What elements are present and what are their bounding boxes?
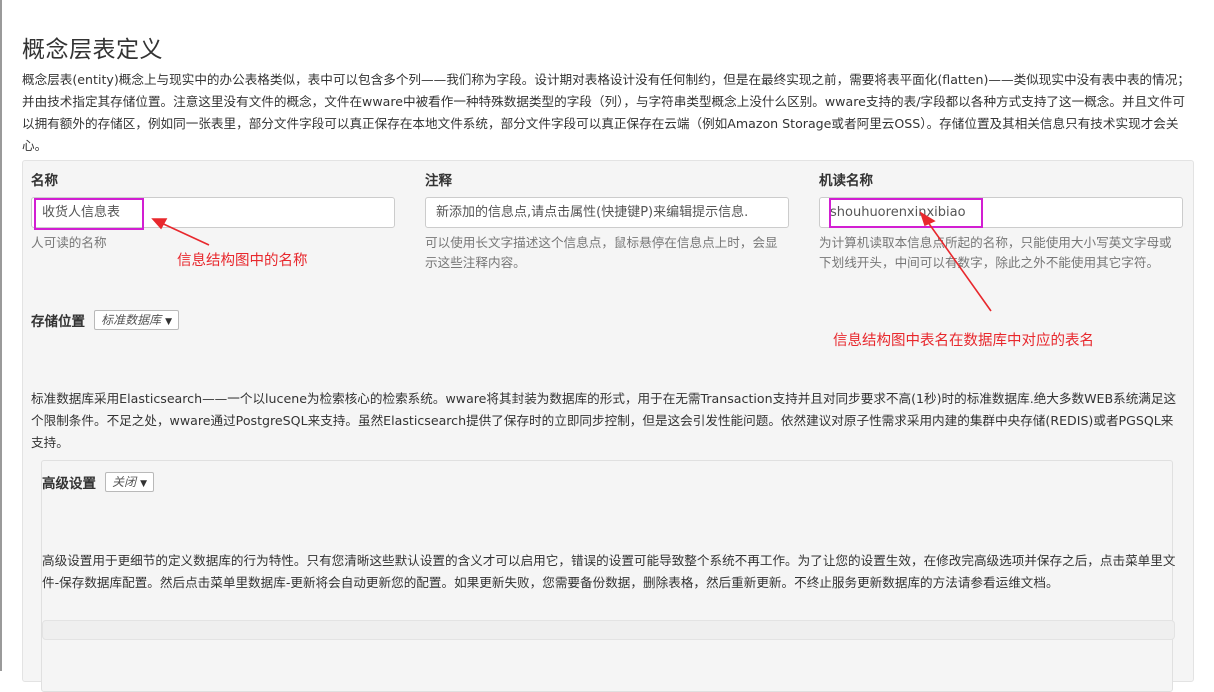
code-name-annotation: 信息结构图中表名在数据库中对应的表名 — [833, 333, 1094, 349]
storage-select[interactable]: 标准数据库 ▼ — [94, 309, 180, 330]
caret-down-icon: ▼ — [140, 478, 148, 489]
name-arrow-line — [156, 220, 210, 246]
page-title: 概念层表定义 — [22, 37, 163, 63]
code-arrow-line — [924, 217, 992, 312]
entity-form-panel: 名称 收货人信息表 人可读的名称 注释 新添加的信息点,请点击属性(快捷键P)来… — [22, 160, 1194, 692]
annotation-arrows — [151, 211, 992, 312]
intro-paragraph: 概念层表(entity)概念上与现实中的办公表格类似，表中可以包含多个列——我们… — [22, 72, 1190, 153]
caret-down-icon: ▼ — [165, 316, 173, 327]
advanced-select-value: 关闭 — [112, 474, 137, 489]
advanced-select[interactable]: 关闭 ▼ — [105, 471, 155, 492]
storage-label: 存储位置 — [31, 313, 85, 330]
code-arrow-head — [919, 211, 936, 227]
advanced-label: 高级设置 — [42, 475, 96, 492]
name-arrow-head — [151, 218, 168, 230]
advanced-bar — [42, 620, 1175, 640]
advanced-row: 高级设置 关闭 ▼ — [42, 471, 155, 493]
window-left-border — [0, 0, 2, 671]
advanced-description: 高级设置用于更细节的定义数据库的行为特性。只有您清晰这些默认设置的含义才可以启用… — [42, 553, 1176, 590]
name-annotation: 信息结构图中的名称 — [177, 253, 308, 269]
storage-row: 存储位置 标准数据库 ▼ — [31, 309, 180, 331]
storage-select-value: 标准数据库 — [101, 312, 162, 327]
storage-description: 标准数据库采用Elasticsearch——一个以lucene为检索核心的检索系… — [31, 391, 1177, 450]
advanced-settings-panel: 高级设置 关闭 ▼ 高级设置用于更细节的定义数据库的行为特性。只有您清晰这些默认设… — [41, 460, 1175, 692]
